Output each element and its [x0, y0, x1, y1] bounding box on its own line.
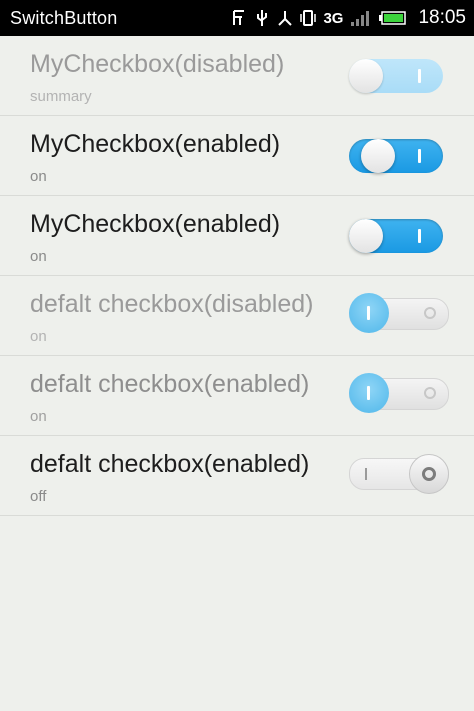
item-summary: off [30, 488, 47, 505]
on-indicator-icon [367, 386, 370, 400]
switch-knob[interactable] [409, 454, 449, 494]
toggle-switch[interactable] [349, 139, 443, 173]
off-indicator-icon [422, 467, 436, 481]
item-summary: on [30, 248, 47, 265]
item-title: defalt checkbox(enabled) [30, 370, 310, 398]
item-summary: on [30, 328, 47, 345]
default-switch[interactable] [349, 454, 449, 494]
off-indicator-icon [424, 387, 436, 399]
status-icons: 3G 18:05 [231, 7, 466, 29]
on-indicator-icon [418, 149, 421, 163]
item-title: MyCheckbox(disabled) [30, 50, 285, 78]
list-item[interactable]: defalt checkbox(enabled) off [0, 436, 474, 516]
on-indicator-icon [367, 306, 370, 320]
list-item[interactable]: defalt checkbox(enabled) on [0, 356, 474, 436]
usb-debug-icon [277, 8, 293, 28]
list-item: defalt checkbox(disabled) on [0, 276, 474, 356]
battery-icon [379, 8, 407, 28]
item-summary: on [30, 168, 47, 185]
app-title: SwitchButton [10, 7, 118, 28]
item-title: MyCheckbox(enabled) [30, 210, 281, 238]
on-indicator-icon [418, 69, 421, 83]
item-title: defalt checkbox(disabled) [30, 290, 314, 318]
preference-list: MyCheckbox(disabled) summary MyCheckbox(… [0, 36, 474, 516]
switch-knob [349, 293, 389, 333]
network-3g-icon: 3G [323, 9, 344, 27]
usb-icon [254, 8, 270, 28]
switch-knob[interactable] [349, 219, 383, 253]
switch-knob [349, 59, 383, 93]
default-switch [349, 293, 449, 333]
item-summary: summary [30, 88, 92, 105]
clock: 18:05 [418, 7, 466, 28]
list-item[interactable]: MyCheckbox(enabled) on [0, 196, 474, 276]
toggle-switch[interactable] [349, 219, 443, 253]
list-item[interactable]: MyCheckbox(enabled) on [0, 116, 474, 196]
item-summary: on [30, 408, 47, 425]
item-title: MyCheckbox(enabled) [30, 130, 281, 158]
sim-icon [231, 8, 247, 28]
list-item: MyCheckbox(disabled) summary [0, 36, 474, 116]
switch-knob[interactable] [361, 139, 395, 173]
switch-knob[interactable] [349, 373, 389, 413]
signal-icon [350, 8, 372, 28]
vibrate-icon [300, 8, 317, 28]
toggle-switch [349, 59, 443, 93]
on-indicator-icon [418, 229, 421, 243]
off-indicator-icon [424, 307, 436, 319]
status-bar: SwitchButton 3G 18:05 [0, 0, 474, 36]
default-switch[interactable] [349, 373, 449, 413]
item-title: defalt checkbox(enabled) [30, 450, 310, 478]
on-indicator-icon [365, 468, 367, 480]
